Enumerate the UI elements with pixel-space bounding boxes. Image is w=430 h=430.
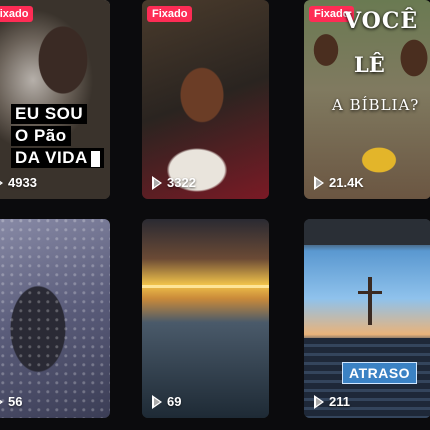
view-count: 211 — [314, 394, 350, 409]
play-outline-icon — [314, 175, 324, 190]
caption-line: A BÍBLIA? — [332, 96, 420, 114]
view-count-value: 3322 — [167, 175, 196, 190]
play-outline-icon — [314, 394, 324, 409]
view-count-value: 56 — [8, 394, 23, 409]
cross-icon — [368, 277, 372, 325]
cross-icon — [358, 291, 382, 294]
video-thumbnail — [142, 0, 269, 199]
horizon-glow — [142, 285, 269, 288]
view-count: 69 — [152, 394, 182, 409]
view-count: 3322 — [152, 175, 196, 190]
play-outline-icon — [0, 394, 3, 409]
play-outline-icon — [0, 175, 3, 190]
caption-line: EU SOU — [11, 104, 88, 124]
caption-line: VOCÊ — [344, 8, 419, 34]
play-outline-icon — [152, 394, 162, 409]
video-tile-2[interactable]: Fixado 3322 — [142, 0, 269, 199]
thumbnail-caption: EU SOU O Pão DA VIDA — [11, 104, 104, 168]
video-tile-6[interactable]: ATRASO 211 — [304, 219, 430, 418]
caption-line: DA VIDA — [11, 148, 104, 168]
caption-line: O Pão — [11, 126, 71, 146]
video-thumbnail — [0, 0, 110, 199]
view-count: 56 — [0, 394, 22, 409]
view-count-value: 211 — [329, 394, 350, 409]
view-count-value: 69 — [167, 394, 182, 409]
view-count-value: 21.4K — [329, 175, 364, 190]
view-count-value: 4933 — [8, 175, 37, 190]
overlay-label: ATRASO — [342, 362, 418, 384]
video-tile-3[interactable]: Fixado VOCÊ LÊ A BÍBLIA? 21.4K — [304, 0, 430, 199]
chapel-roof — [304, 219, 430, 245]
view-count: 4933 — [0, 175, 37, 190]
video-tile-1[interactable]: Fixado EU SOU O Pão DA VIDA 4933 — [0, 0, 110, 199]
video-tile-4[interactable]: 56 — [0, 219, 110, 418]
view-count: 21.4K — [314, 175, 364, 190]
caption-line: LÊ — [354, 52, 385, 77]
pinned-badge: Fixado — [0, 6, 34, 22]
play-outline-icon — [152, 175, 162, 190]
video-thumbnail — [0, 219, 110, 418]
video-thumbnail — [142, 219, 269, 418]
video-tile-5[interactable]: 69 — [142, 219, 269, 418]
pinned-badge: Fixado — [147, 6, 193, 22]
